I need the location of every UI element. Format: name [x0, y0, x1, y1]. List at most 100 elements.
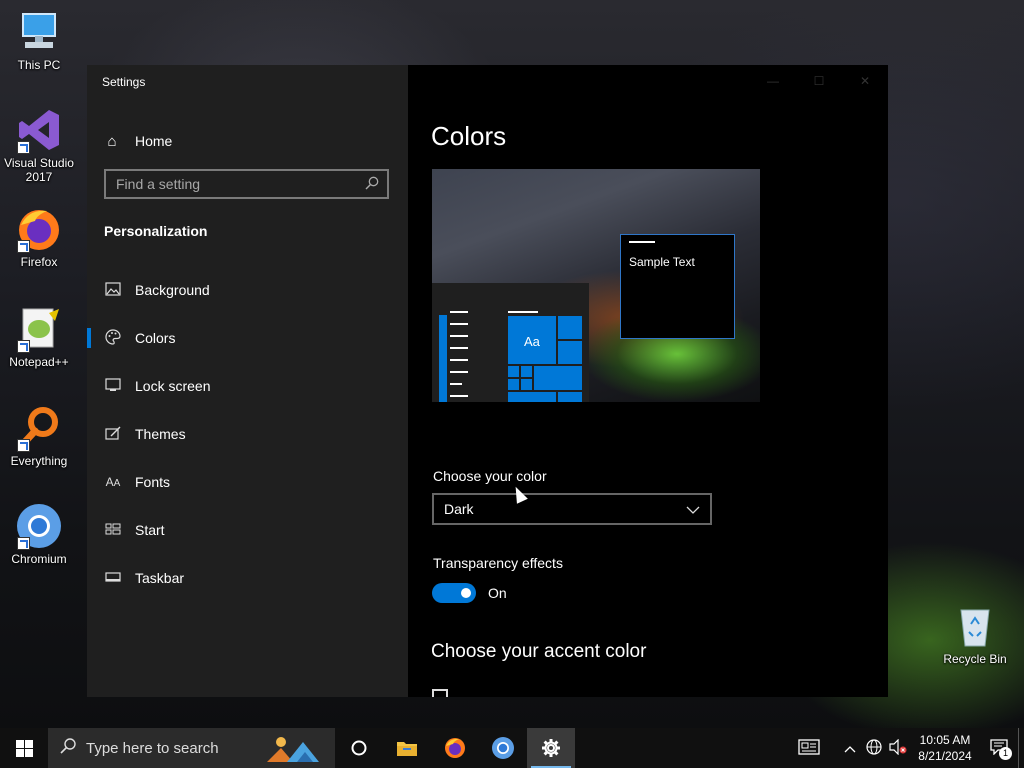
- chromium-icon: [492, 737, 514, 759]
- taskbar-search-box[interactable]: Type here to search: [48, 728, 335, 768]
- firefox-taskbar-button[interactable]: [431, 728, 479, 768]
- desktop-icon-firefox[interactable]: Firefox: [1, 205, 77, 269]
- home-icon: ⌂: [107, 132, 117, 150]
- auto-accent-checkbox[interactable]: [432, 689, 448, 697]
- desktop-icon-label: Visual Studio 2017: [4, 156, 74, 184]
- nav-item-lock-screen[interactable]: Lock screen: [87, 366, 408, 406]
- nav-item-label: Background: [135, 282, 210, 298]
- desktop-icon-visual-studio[interactable]: Visual Studio 2017: [1, 106, 77, 184]
- everything-search-icon: [15, 404, 63, 452]
- desktop-icon-label: Recycle Bin: [943, 652, 1007, 666]
- notifications-button[interactable]: 1: [980, 738, 1018, 760]
- nav-item-fonts[interactable]: AA Fonts: [87, 462, 408, 502]
- nav-home[interactable]: ⌂ Home: [104, 129, 172, 153]
- desktop-icon-this-pc[interactable]: This PC: [1, 8, 77, 72]
- nav-item-start[interactable]: Start: [87, 510, 408, 550]
- show-desktop-button[interactable]: [1018, 728, 1024, 768]
- nav-home-label: Home: [135, 133, 173, 149]
- cortana-button[interactable]: [335, 728, 383, 768]
- palette-icon: [104, 328, 122, 348]
- firefox-icon: [445, 738, 465, 758]
- taskbar-search-placeholder: Type here to search: [86, 739, 219, 757]
- choose-color-value: Dark: [444, 501, 474, 517]
- taskbar-icon: [104, 570, 122, 586]
- color-preview: Aa Sample Text: [432, 169, 760, 402]
- settings-nav-pane: Settings ⌂ Home Find a setting Personali…: [87, 65, 408, 697]
- shortcut-arrow-icon: [17, 340, 30, 353]
- computer-icon: [15, 8, 63, 56]
- desktop-icon-everything[interactable]: Everything: [1, 404, 77, 468]
- desktop-icon-notepad-plus-plus[interactable]: Notepad++: [1, 305, 77, 369]
- transparency-state: On: [488, 585, 507, 601]
- system-tray: 10:05 AM 8/21/2024 1: [792, 728, 1024, 768]
- settings-main-pane: — ☐ ✕ Colors Aa Sample Text Choose your …: [408, 65, 888, 697]
- nav-item-label: Start: [135, 522, 165, 538]
- file-explorer-button[interactable]: [383, 728, 431, 768]
- desktop-icon-chromium[interactable]: Chromium: [1, 502, 77, 566]
- transparency-label: Transparency effects: [433, 555, 563, 571]
- desktop-icon-label: Notepad++: [9, 355, 69, 369]
- gear-icon: [542, 739, 560, 757]
- chromium-taskbar-button[interactable]: [479, 728, 527, 768]
- page-title: Colors: [431, 121, 507, 151]
- themes-icon: [104, 426, 122, 443]
- network-globe-icon[interactable]: [862, 738, 886, 758]
- desktop-icon-recycle-bin[interactable]: Recycle Bin: [937, 602, 1013, 666]
- desktop-icon-label: Chromium: [11, 552, 67, 566]
- clock-date: 8/21/2024: [918, 749, 972, 763]
- nav-item-taskbar[interactable]: Taskbar: [87, 558, 408, 598]
- search-icon[interactable]: [365, 176, 379, 193]
- shortcut-arrow-icon: [17, 141, 30, 154]
- desktop-icon-label: Firefox: [20, 255, 58, 269]
- nav-item-themes[interactable]: Themes: [87, 414, 408, 454]
- clock[interactable]: 10:05 AM 8/21/2024: [910, 732, 980, 764]
- choose-color-dropdown[interactable]: Dark: [432, 493, 712, 525]
- nav-item-colors[interactable]: Colors: [87, 318, 408, 358]
- accent-color-title: Choose your accent color: [431, 641, 647, 662]
- chevron-down-icon: [686, 501, 700, 517]
- cortana-circle-icon: [351, 740, 367, 756]
- image-icon: [104, 281, 122, 299]
- settings-taskbar-button[interactable]: [527, 728, 575, 768]
- start-button[interactable]: [0, 728, 48, 768]
- window-controls: — ☐ ✕: [750, 65, 888, 97]
- find-setting-input[interactable]: Find a setting: [104, 169, 389, 199]
- nav-item-background[interactable]: Background: [87, 270, 408, 310]
- visual-studio-icon: [15, 106, 63, 154]
- notepad-plus-plus-icon: [15, 305, 63, 353]
- windows-logo-icon: [15, 739, 33, 757]
- nav-item-label: Taskbar: [135, 570, 185, 586]
- lock-screen-icon: [104, 377, 122, 395]
- preview-tile-text: Aa: [524, 334, 540, 349]
- clock-time: 10:05 AM: [919, 733, 971, 747]
- folder-icon: [397, 742, 417, 756]
- news-widget-icon[interactable]: [792, 738, 826, 758]
- preview-start-menu: Aa: [432, 283, 589, 402]
- preview-window: Sample Text: [620, 234, 735, 339]
- search-icon: [60, 737, 76, 759]
- desktop-icon-label: Everything: [10, 454, 68, 468]
- section-title: Personalization: [104, 223, 208, 239]
- desktop-icon-label: This PC: [17, 58, 61, 72]
- search-placeholder: Find a setting: [116, 176, 201, 192]
- settings-window: Settings ⌂ Home Find a setting Personali…: [87, 65, 888, 697]
- shortcut-arrow-icon: [17, 439, 30, 452]
- volume-muted-icon[interactable]: [886, 738, 910, 758]
- shortcut-arrow-icon: [17, 240, 30, 253]
- nav-item-label: Themes: [135, 426, 186, 442]
- chevron-up-icon[interactable]: [838, 740, 862, 756]
- nav-item-label: Colors: [135, 330, 176, 346]
- notification-count-badge: 1: [999, 746, 1012, 760]
- transparency-toggle[interactable]: [432, 583, 476, 603]
- close-button[interactable]: ✕: [842, 65, 888, 97]
- maximize-button[interactable]: ☐: [796, 65, 842, 97]
- recycle-bin-icon: [951, 602, 999, 650]
- chromium-icon: [15, 502, 63, 550]
- search-highlight-icon: [267, 734, 323, 766]
- taskbar: Type here to search 10:05 AM 8/21/2024 1: [0, 728, 1024, 768]
- nav-item-label: Lock screen: [135, 378, 211, 394]
- fonts-icon: AA: [105, 475, 121, 489]
- firefox-icon: [15, 205, 63, 253]
- minimize-button[interactable]: —: [750, 65, 796, 97]
- start-icon: [104, 522, 122, 538]
